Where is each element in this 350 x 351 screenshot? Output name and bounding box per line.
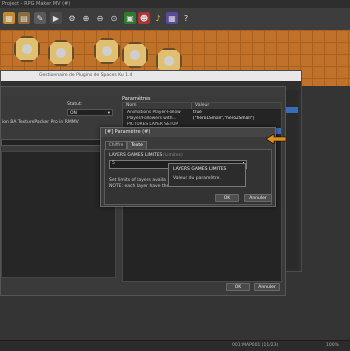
database-icon[interactable]: ▦ (3, 12, 15, 24)
zoom-in-icon[interactable]: ⊕ (80, 12, 92, 24)
parameter-name: LAYERS GAMES LIMITES (109, 153, 163, 158)
octagon-tile (122, 42, 148, 68)
sound-icon[interactable]: ♪ (152, 12, 164, 24)
tooltip-title: LAYERS GAMES LIMITES (173, 167, 227, 172)
status-select[interactable]: ON ▾ (67, 109, 113, 116)
plugin-list-strip[interactable] (286, 90, 298, 270)
status-bar: 001:MAP001 (11/23) 100% (0, 340, 350, 351)
status-value: ON (70, 111, 77, 116)
zoom-out-icon[interactable]: ⊖ (94, 12, 106, 24)
plugin-help-panel (1, 151, 116, 278)
parameter-hint: (Limites) (163, 153, 183, 158)
editor-cancel-button[interactable]: Annuler (254, 283, 280, 291)
plugin-help-field[interactable] (1, 139, 114, 146)
parameter-value: 5 (112, 161, 115, 166)
plugin-description-fragment: ion BA TexturePacker Pro in RMMV (2, 120, 79, 125)
zoom-reset-icon[interactable]: ⊙ (108, 12, 120, 24)
dialog-ok-button[interactable]: OK (215, 194, 239, 202)
chevron-down-icon: ▾ (107, 111, 110, 116)
editor-ok-button[interactable]: OK (226, 283, 250, 291)
tileset-icon[interactable]: ▣ (124, 12, 136, 24)
help-icon[interactable]: ? (180, 12, 192, 24)
resource-manager-icon[interactable]: ▤ (18, 12, 30, 24)
tab-text[interactable]: Texte (127, 141, 147, 149)
tooltip-text: Valeur du paramètre. (173, 176, 221, 181)
arrow-pointer-icon (266, 134, 286, 144)
plugin-editor-titlebar (1, 87, 285, 96)
parameter-dialog-title: [#] Paramètre (#) (101, 128, 275, 137)
main-toolbar: ▦ ▤ ✎ ▶ ⚙ ⊕ ⊖ ⊙ ▣ ☻ ♪ ▦ ? (0, 8, 350, 31)
octagon-tile (48, 40, 74, 66)
parameter-tooltip: LAYERS GAMES LIMITES Valeur du paramètre… (168, 163, 246, 187)
description-line-1: Set limits of layers availa (109, 178, 166, 183)
plugin-manager-title: Gestionnaire de Plugins de Spaces Ku 1.4 (1, 71, 301, 81)
column-header-name[interactable]: Nom (123, 103, 191, 109)
playtest-icon[interactable]: ▶ (50, 12, 62, 24)
window-title: Project - RPG Maker MV (#) (2, 1, 71, 7)
tab-number[interactable]: Chiffre (105, 141, 127, 149)
octagon-tile (94, 38, 120, 64)
dialog-cancel-button[interactable]: Annuler (244, 194, 272, 202)
status-label: Statut: (67, 102, 83, 107)
description-line-2: NOTE: each layer have the (109, 184, 170, 189)
column-header-value[interactable]: Valeur (191, 103, 281, 109)
gear-icon[interactable]: ⚙ (66, 12, 78, 24)
plugin-list-selected[interactable] (286, 107, 298, 113)
script-editor-icon[interactable]: ✎ (34, 12, 46, 24)
octagon-tile (14, 36, 40, 62)
event-search-icon[interactable]: ▦ (166, 12, 178, 24)
character-icon[interactable]: ☻ (138, 12, 150, 24)
window-title-bar: Project - RPG Maker MV (#) (0, 0, 350, 8)
